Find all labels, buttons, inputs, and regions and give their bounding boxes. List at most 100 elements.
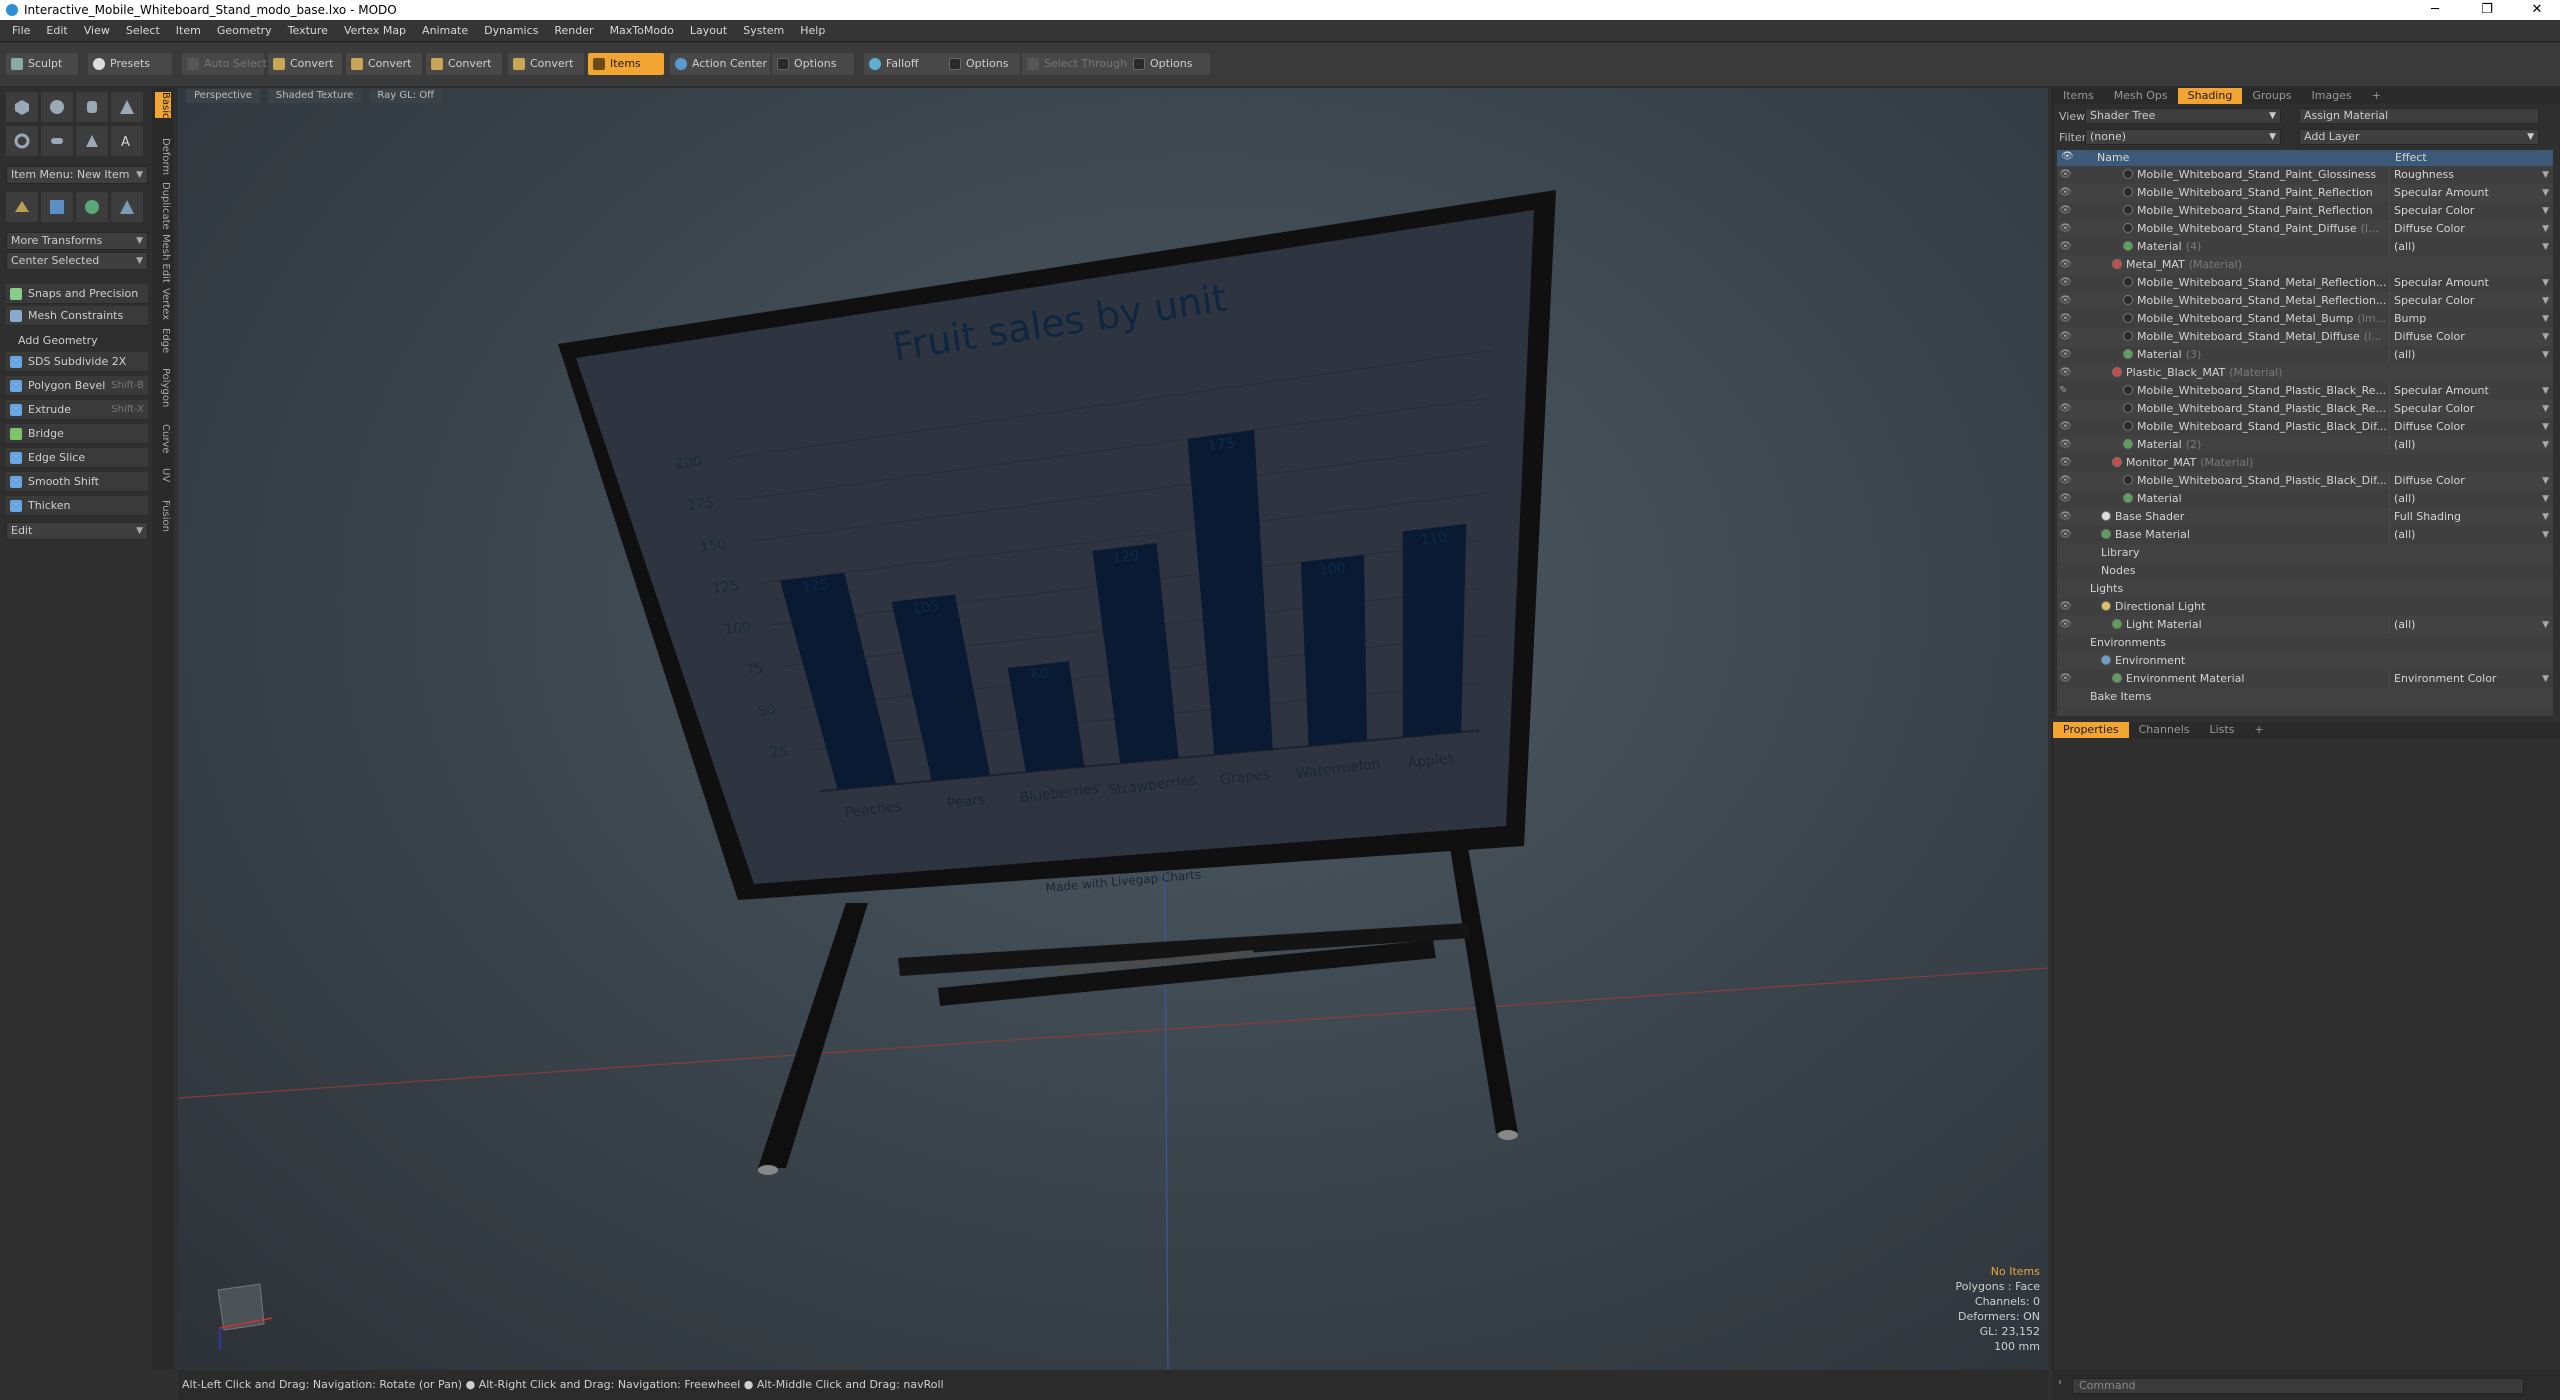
cylinder-tool-button[interactable] [76, 92, 108, 122]
menu-select[interactable]: Select [118, 24, 168, 37]
row-effect[interactable]: Specular Color ▼ [2389, 400, 2553, 418]
convert-button-2[interactable]: Convert [346, 53, 422, 75]
visibility-eye-icon[interactable]: 👁 [2059, 274, 2077, 292]
shader-tree-row[interactable]: 👁 Monitor_MAT (Material) [2057, 454, 2553, 472]
filter-dropdown[interactable]: (none) ▼ [2085, 129, 2281, 145]
visibility-eye-icon[interactable]: 👁 [2059, 346, 2077, 364]
visibility-eye-icon[interactable]: ✎ [2059, 382, 2077, 400]
row-effect[interactable]: Bump ▼ [2389, 310, 2553, 328]
vtab-basic[interactable]: Basic [155, 92, 171, 119]
props-tab-add[interactable]: + [2244, 722, 2273, 738]
snaps-and-precision-button[interactable]: Snaps and Precision [6, 284, 148, 304]
visibility-eye-icon[interactable]: 👁 [2059, 508, 2077, 526]
visibility-eye-icon[interactable]: 👁 [2059, 598, 2077, 616]
visibility-eye-icon[interactable]: 👁 [2059, 418, 2077, 436]
shader-tree-row[interactable]: Environment [2057, 652, 2553, 670]
menu-item[interactable]: Item [168, 24, 209, 37]
items-mode-button[interactable]: Items [588, 53, 664, 75]
vtab-deform[interactable]: Deform [155, 138, 171, 175]
cone-tool-button[interactable] [111, 92, 143, 122]
shader-tree-row[interactable]: 👁 Material (3) (all) ▼ [2057, 346, 2553, 364]
visibility-eye-icon[interactable]: 👁 [2059, 670, 2077, 688]
row-effect[interactable]: Diffuse Color ▼ [2389, 220, 2553, 238]
convert-button-3[interactable]: Convert [426, 53, 502, 75]
visibility-eye-icon[interactable]: 👁 [2059, 472, 2077, 490]
menu-file[interactable]: File [4, 24, 38, 37]
shader-tree-row[interactable]: 👁 Plastic_Black_MAT (Material) [2057, 364, 2553, 382]
visibility-eye-icon[interactable]: 👁 [2059, 202, 2077, 220]
row-effect[interactable]: (all) ▼ [2389, 346, 2553, 364]
presets-button[interactable]: Presets [88, 53, 172, 75]
shader-tree-row[interactable]: 👁 Mobile_Whiteboard_Stand_Paint_Reflectio… [2057, 202, 2553, 220]
shader-tree-row[interactable]: Nodes [2057, 562, 2553, 580]
capsule-tool-button[interactable] [41, 126, 73, 156]
shader-tree-row[interactable]: 👁 Material (all) ▼ [2057, 490, 2553, 508]
visibility-eye-icon[interactable]: 👁 [2059, 310, 2077, 328]
shader-tree-row[interactable]: 👁 Environment Material Environment Color ▼ [2057, 670, 2553, 688]
panel-tab-images[interactable]: Images [2302, 88, 2362, 104]
menu-maxtomodo[interactable]: MaxToModo [602, 24, 682, 37]
falloff-options-button[interactable]: Options [944, 53, 1020, 75]
text-tool-button[interactable]: A [111, 126, 143, 156]
visibility-eye-icon[interactable]: 👁 [2059, 454, 2077, 472]
menu-system[interactable]: System [735, 24, 792, 37]
vtab-uv[interactable]: UV [155, 468, 171, 482]
shader-tree-row[interactable]: 👁 Mobile_Whiteboard_Stand_Metal_Reflectio… [2057, 274, 2553, 292]
cube-tool-button[interactable] [6, 92, 38, 122]
row-effect[interactable]: Environment Color ▼ [2389, 670, 2553, 688]
tool-extrude[interactable]: Extrude Shift-X [6, 400, 148, 420]
assign-material-button[interactable]: Assign Material [2299, 108, 2539, 124]
view-dropdown[interactable]: Shader Tree ▼ [2085, 108, 2281, 124]
3d-viewport[interactable]: Perspective Shaded Texture Ray GL: Off F… [178, 88, 2048, 1370]
menu-animate[interactable]: Animate [414, 24, 476, 37]
edit-dropdown[interactable]: Edit ▼ [6, 522, 148, 540]
visibility-eye-icon[interactable]: 👁 [2059, 166, 2077, 184]
vtab-fusion[interactable]: Fusion [155, 500, 171, 532]
shader-tree-row[interactable]: Bake Items [2057, 688, 2553, 706]
row-effect[interactable]: Full Shading ▼ [2389, 508, 2553, 526]
auto-select-button[interactable]: Auto Select [182, 53, 267, 75]
command-input[interactable]: Command [2072, 1378, 2524, 1394]
item-menu-dropdown[interactable]: Item Menu: New Item ▼ [6, 166, 148, 184]
convert-button-4[interactable]: Convert [508, 53, 584, 75]
props-tab-lists[interactable]: Lists [2200, 722, 2245, 738]
vtab-curve[interactable]: Curve [155, 424, 171, 454]
panel-tab-groups[interactable]: Groups [2242, 88, 2301, 104]
grid-tool-button[interactable] [41, 192, 73, 222]
row-effect[interactable]: Specular Amount ▼ [2389, 274, 2553, 292]
shader-tree-row[interactable]: 👁 Mobile_Whiteboard_Stand_Plastic_Black_D… [2057, 418, 2553, 436]
action-center-options-button[interactable]: Options [772, 53, 854, 75]
row-effect[interactable]: (all) ▼ [2389, 526, 2553, 544]
sculpt-button[interactable]: Sculpt [6, 53, 78, 75]
row-effect[interactable]: Diffuse Color ▼ [2389, 328, 2553, 346]
menu-vertex-map[interactable]: Vertex Map [336, 24, 414, 37]
row-effect[interactable]: Specular Color ▼ [2389, 292, 2553, 310]
close-button[interactable]: ✕ [2514, 0, 2560, 20]
snap-tool-button[interactable] [6, 192, 38, 222]
visibility-eye-icon[interactable]: 👁 [2059, 436, 2077, 454]
shader-tree-row[interactable]: 👁 Mobile_Whiteboard_Stand_Metal_Diffuse (I… [2057, 328, 2553, 346]
action-center-button[interactable]: Action Center [670, 53, 770, 75]
globe-tool-button[interactable] [76, 192, 108, 222]
falloff-button[interactable]: Falloff [864, 53, 944, 75]
visibility-eye-icon[interactable]: 👁 [2059, 256, 2077, 274]
shader-tree-row[interactable]: 👁 Mobile_Whiteboard_Stand_Paint_Reflectio… [2057, 184, 2553, 202]
more-transforms-dropdown[interactable]: More Transforms ▼ [6, 232, 148, 250]
shader-tree-row[interactable]: 👁 Base Shader Full Shading ▼ [2057, 508, 2553, 526]
visibility-eye-icon[interactable]: 👁 [2059, 616, 2077, 634]
add-layer-dropdown[interactable]: Add Layer ▼ [2299, 129, 2539, 145]
shader-tree-row[interactable]: 👁 Material (4) (all) ▼ [2057, 238, 2553, 256]
row-effect[interactable]: (all) ▼ [2389, 490, 2553, 508]
shader-tree-row[interactable]: 👁 Mobile_Whiteboard_Stand_Plastic_Black_R… [2057, 400, 2553, 418]
menu-view[interactable]: View [76, 24, 118, 37]
shader-tree-row[interactable]: 👁 Mobile_Whiteboard_Stand_Paint_Diffuse (I… [2057, 220, 2553, 238]
select-through-options-button[interactable]: Options [1128, 53, 1210, 75]
row-effect[interactable]: (all) ▼ [2389, 436, 2553, 454]
sphere-tool-button[interactable] [41, 92, 73, 122]
mesh-constraints-button[interactable]: Mesh Constraints [6, 306, 148, 326]
panel-tab-mesh-ops[interactable]: Mesh Ops [2104, 88, 2178, 104]
menu-edit[interactable]: Edit [38, 24, 75, 37]
menu-help[interactable]: Help [792, 24, 833, 37]
minimize-button[interactable]: ─ [2412, 0, 2458, 20]
convert-button-1[interactable]: Convert [268, 53, 342, 75]
